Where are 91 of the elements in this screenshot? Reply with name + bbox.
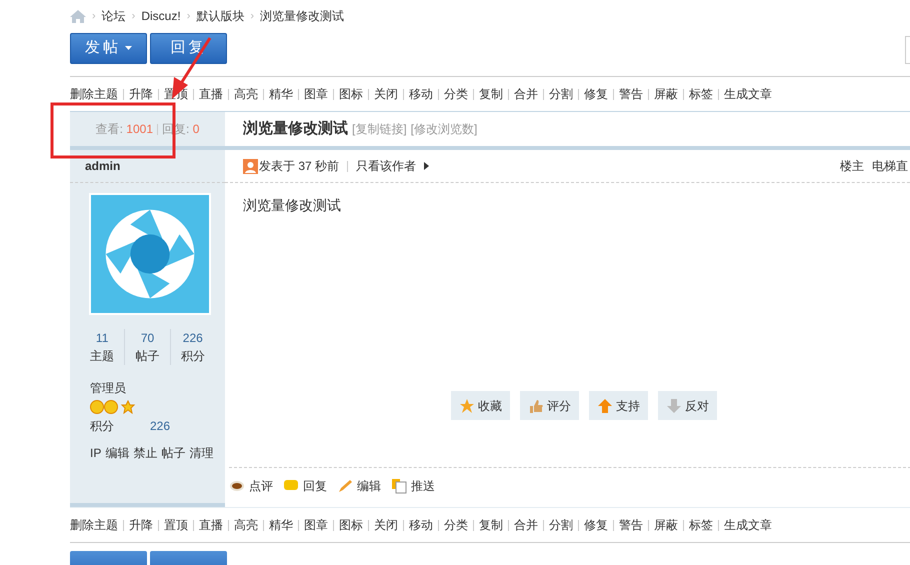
stat-value[interactable]: 226 bbox=[182, 329, 203, 347]
moderation-link[interactable]: 标签 bbox=[689, 516, 713, 534]
moderation-link[interactable]: 直播 bbox=[199, 85, 223, 103]
user-icon bbox=[243, 158, 258, 174]
moderation-link[interactable]: 高亮 bbox=[234, 85, 258, 103]
moderation-link[interactable]: 警告 bbox=[619, 85, 643, 103]
admin-link[interactable]: 清理 bbox=[189, 444, 214, 462]
moderation-link[interactable]: 修复 bbox=[584, 516, 608, 534]
moderation-link[interactable]: 图标 bbox=[339, 85, 363, 103]
moderation-link[interactable]: 复制 bbox=[479, 516, 503, 534]
pencil-icon bbox=[337, 478, 353, 492]
chevron-icon: › bbox=[132, 8, 136, 24]
moderation-link[interactable]: 关闭 bbox=[374, 85, 398, 103]
admin-link[interactable]: 禁止 bbox=[133, 444, 158, 462]
moderation-link[interactable]: 标签 bbox=[689, 85, 713, 103]
post-footer-link[interactable]: 回复 bbox=[283, 476, 327, 494]
moderation-link[interactable]: 合并 bbox=[514, 516, 538, 534]
stat-label: 主题 bbox=[90, 348, 114, 365]
moderation-link[interactable]: 修复 bbox=[584, 85, 608, 103]
breadcrumb-link[interactable]: 默认版块 bbox=[196, 7, 244, 25]
author-name[interactable]: admin bbox=[85, 157, 120, 175]
post-action-button[interactable]: 反对 bbox=[658, 391, 717, 420]
moderation-link[interactable]: 图标 bbox=[339, 516, 363, 534]
post-footer-link[interactable]: 推送 bbox=[391, 476, 435, 494]
moderation-link[interactable]: 分割 bbox=[549, 85, 573, 103]
post-body: 浏览量修改测试 bbox=[243, 196, 342, 215]
moderation-link[interactable]: 升降 bbox=[129, 516, 153, 534]
cup-icon bbox=[229, 478, 245, 492]
admin-link[interactable]: 编辑 bbox=[105, 444, 130, 462]
moderation-link[interactable]: 屏蔽 bbox=[654, 85, 678, 103]
down-arrow-icon bbox=[666, 398, 682, 414]
admin-link[interactable]: IP bbox=[90, 444, 102, 462]
moderation-link[interactable]: 分类 bbox=[444, 516, 468, 534]
post-footer-link[interactable]: 编辑 bbox=[337, 476, 381, 494]
moderation-link[interactable]: 置顶 bbox=[164, 516, 188, 534]
up-arrow-icon bbox=[597, 398, 613, 414]
breadcrumb-link[interactable]: 浏览量修改测试 bbox=[260, 7, 344, 25]
moderation-link[interactable]: 升降 bbox=[129, 85, 153, 103]
chevron-icon: › bbox=[186, 8, 190, 24]
moderation-link[interactable]: 图章 bbox=[304, 516, 328, 534]
chevron-icon: › bbox=[92, 8, 96, 24]
moderation-link[interactable]: 关闭 bbox=[374, 516, 398, 534]
moderation-link[interactable]: 移动 bbox=[409, 516, 433, 534]
moderation-link[interactable]: 删除主题 bbox=[70, 516, 118, 534]
moderation-link[interactable]: 生成文章 bbox=[724, 516, 772, 534]
admin-link[interactable]: 帖子 bbox=[161, 444, 186, 462]
moderation-link[interactable]: 精华 bbox=[269, 516, 293, 534]
only-author-link[interactable]: 只看该作者 bbox=[356, 157, 416, 175]
floor-label: 楼主 bbox=[840, 158, 864, 175]
moderation-link[interactable]: 精华 bbox=[269, 85, 293, 103]
replies-count: 回复: 0 bbox=[162, 121, 200, 138]
moderation-link[interactable]: 分类 bbox=[444, 85, 468, 103]
speech-bubble-icon bbox=[283, 478, 299, 492]
post-action-button[interactable]: 评分 bbox=[520, 391, 579, 420]
moderation-link[interactable]: 合并 bbox=[514, 85, 538, 103]
stat-label: 帖子 bbox=[135, 348, 160, 365]
jump-link[interactable]: 电梯直 bbox=[872, 157, 908, 175]
points-value: 226 bbox=[150, 418, 170, 435]
star-icon bbox=[459, 398, 475, 414]
breadcrumb-link[interactable]: 论坛 bbox=[102, 7, 126, 25]
points-label: 积分 bbox=[90, 418, 114, 435]
views-count: 查看: 1001 bbox=[96, 121, 153, 138]
user-group[interactable]: 管理员 bbox=[90, 379, 205, 397]
moderation-link[interactable]: 直播 bbox=[199, 516, 223, 534]
caret-icon bbox=[125, 46, 132, 50]
moderation-link[interactable]: 屏蔽 bbox=[654, 516, 678, 534]
reply-button[interactable]: 回复 bbox=[150, 32, 227, 64]
stat-value[interactable]: 70 bbox=[140, 329, 154, 347]
new-post-button[interactable]: 发帖 bbox=[70, 32, 147, 64]
post-action-button[interactable]: 支持 bbox=[589, 391, 648, 420]
moderation-link[interactable]: 复制 bbox=[479, 85, 503, 103]
breadcrumb-link[interactable]: Discuz! bbox=[141, 7, 181, 25]
thumbs-up-icon bbox=[528, 398, 544, 414]
post-time: 发表于 37 秒前 bbox=[259, 158, 340, 175]
post-footer-link[interactable]: 点评 bbox=[229, 476, 273, 494]
document-icon bbox=[391, 478, 407, 494]
moderation-link[interactable]: 移动 bbox=[409, 85, 433, 103]
moderation-link[interactable]: 生成文章 bbox=[724, 85, 772, 103]
moderation-link[interactable]: 警告 bbox=[619, 516, 643, 534]
home-icon[interactable] bbox=[70, 10, 86, 22]
rank-icons bbox=[90, 400, 136, 414]
moderation-link[interactable]: 图章 bbox=[304, 85, 328, 103]
moderation-link[interactable]: 分割 bbox=[549, 516, 573, 534]
moderation-link[interactable]: 删除主题 bbox=[70, 85, 118, 103]
right-arrow-icon bbox=[424, 162, 430, 170]
moderation-link[interactable]: 高亮 bbox=[234, 516, 258, 534]
stat-label: 积分 bbox=[180, 348, 205, 365]
post-action-button[interactable]: 收藏 bbox=[451, 391, 510, 420]
chevron-icon: › bbox=[250, 8, 254, 24]
thread-title: 浏览量修改测试 bbox=[243, 118, 348, 139]
stat-value[interactable]: 11 bbox=[96, 329, 108, 347]
